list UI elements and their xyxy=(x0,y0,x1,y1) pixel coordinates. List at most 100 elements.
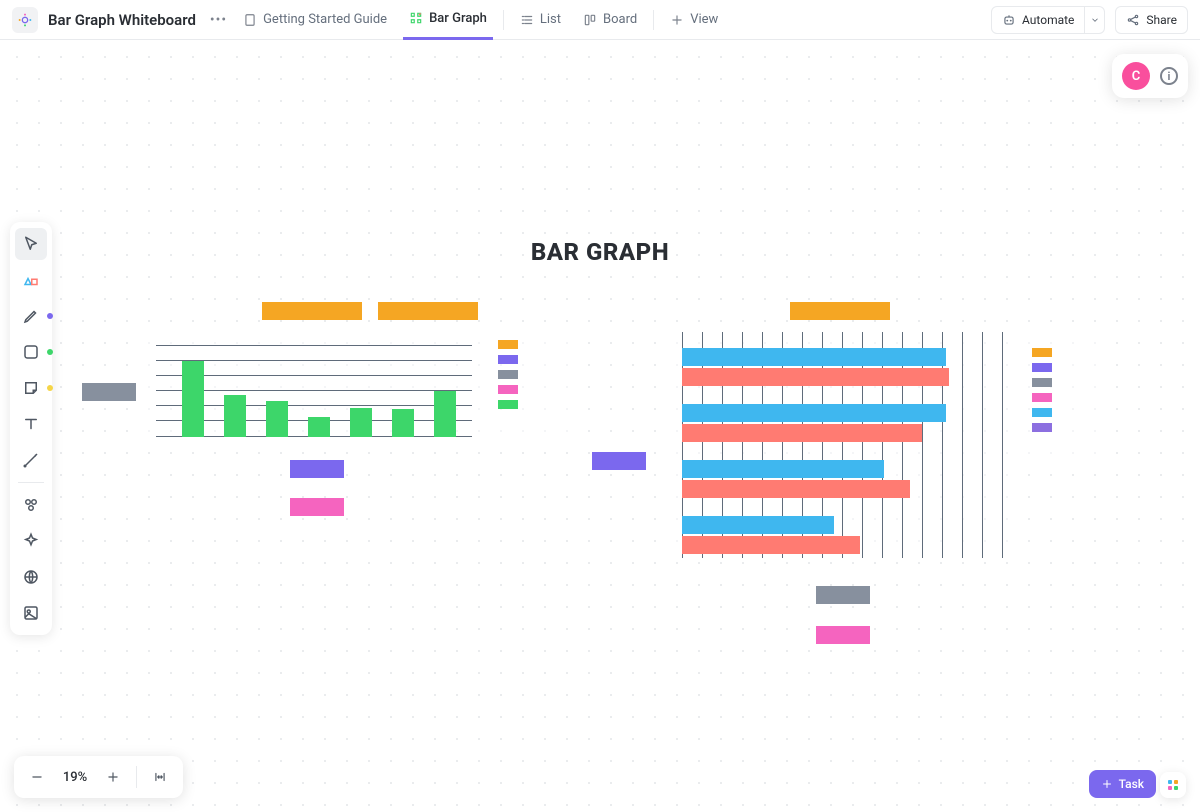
tool-rect[interactable] xyxy=(15,336,47,368)
robot-icon xyxy=(1002,13,1016,27)
chart2-ylabel-block[interactable] xyxy=(592,452,646,470)
avatar[interactable]: C xyxy=(1122,62,1150,90)
chart1-bar[interactable] xyxy=(308,417,330,437)
tool-web[interactable] xyxy=(15,561,47,593)
zoom-control: 19% xyxy=(14,756,183,798)
dot-indicator xyxy=(47,349,53,355)
minus-icon xyxy=(30,770,44,784)
chart1-title-block-2[interactable] xyxy=(378,302,478,320)
chart2-bar[interactable] xyxy=(682,516,834,534)
more-shapes-icon xyxy=(22,496,40,514)
zoom-fit-button[interactable] xyxy=(145,762,175,792)
app-logo xyxy=(12,7,38,33)
dot-indicator xyxy=(47,385,53,391)
legend-swatch xyxy=(1032,393,1052,402)
zoom-out-button[interactable] xyxy=(22,762,52,792)
cursor-icon xyxy=(22,235,40,253)
chart2-bar[interactable] xyxy=(682,368,949,386)
chart2-xlabel-block-2[interactable] xyxy=(816,626,870,644)
tab-label: View xyxy=(690,12,718,27)
chart1-xlabel-block-2[interactable] xyxy=(290,498,344,516)
sparkle-icon xyxy=(22,532,40,550)
page-title: Bar Graph Whiteboard xyxy=(48,11,196,29)
tab-add-view[interactable]: View xyxy=(664,0,724,40)
tool-more-shapes[interactable] xyxy=(15,489,47,521)
chart1-bar[interactable] xyxy=(350,408,372,437)
dot-indicator xyxy=(47,313,53,319)
doc-icon xyxy=(243,13,257,27)
chart1-legend[interactable] xyxy=(498,340,518,409)
chart2-bar[interactable] xyxy=(682,536,860,554)
zoom-in-button[interactable] xyxy=(98,762,128,792)
share-button[interactable]: Share xyxy=(1115,6,1188,34)
chart2-bar[interactable] xyxy=(682,424,922,442)
tab-getting-started[interactable]: Getting Started Guide xyxy=(237,0,393,40)
tool-connector[interactable] xyxy=(15,444,47,476)
fit-icon xyxy=(153,770,167,784)
chart2-bar[interactable] xyxy=(682,460,884,478)
whiteboard-icon xyxy=(409,11,423,25)
board-icon xyxy=(583,13,597,27)
legend-swatch xyxy=(498,385,518,394)
chart1-bar[interactable] xyxy=(434,391,456,437)
apps-button[interactable] xyxy=(1160,772,1186,798)
chart1-bar[interactable] xyxy=(266,401,288,437)
chart2-bar[interactable] xyxy=(682,480,910,498)
tab-bar-graph[interactable]: Bar Graph xyxy=(403,0,493,40)
chart1-bar[interactable] xyxy=(182,361,204,437)
info-icon[interactable]: i xyxy=(1160,67,1178,85)
share-icon xyxy=(1126,13,1140,27)
canvas-heading: BAR GRAPH xyxy=(531,238,669,266)
task-label: Task xyxy=(1119,777,1144,791)
chart1-xlabel-block-1[interactable] xyxy=(290,460,344,478)
automate-label: Automate xyxy=(1022,13,1074,27)
tab-board[interactable]: Board xyxy=(577,0,643,40)
tool-sticky[interactable] xyxy=(15,372,47,404)
text-icon xyxy=(22,415,40,433)
tool-text[interactable] xyxy=(15,408,47,440)
chart2-bar[interactable] xyxy=(682,404,946,422)
automate-button[interactable]: Automate xyxy=(991,6,1085,34)
more-icon[interactable]: ••• xyxy=(210,12,227,28)
chart2-plot[interactable] xyxy=(682,332,1008,558)
chart1-ylabel-block[interactable] xyxy=(82,383,136,401)
chart2-title-block[interactable] xyxy=(790,302,890,320)
rect-icon xyxy=(22,343,40,361)
legend-swatch xyxy=(1032,378,1052,387)
left-toolbar xyxy=(10,222,52,635)
chart1-plot[interactable] xyxy=(156,345,472,437)
plus-icon xyxy=(670,13,684,27)
task-button[interactable]: Task xyxy=(1089,770,1156,798)
whiteboard-canvas[interactable]: BAR GRAPH xyxy=(0,40,1200,812)
tool-select[interactable] xyxy=(15,228,47,260)
chart1-bar[interactable] xyxy=(224,395,246,437)
chart2-xlabel-block-1[interactable] xyxy=(816,586,870,604)
legend-swatch xyxy=(498,340,518,349)
tool-shapes[interactable] xyxy=(15,264,47,296)
tool-pen[interactable] xyxy=(15,300,47,332)
tab-label: Bar Graph xyxy=(429,11,487,26)
tab-list[interactable]: List xyxy=(514,0,567,40)
zoom-value[interactable]: 19% xyxy=(56,770,94,785)
tool-ai[interactable] xyxy=(15,525,47,557)
plus-icon xyxy=(1101,778,1113,790)
apps-grid-icon xyxy=(1168,780,1178,790)
image-icon xyxy=(22,604,40,622)
toolbar-separator xyxy=(18,482,44,483)
topbar: Bar Graph Whiteboard ••• Getting Started… xyxy=(0,0,1200,40)
chevron-down-icon xyxy=(1090,15,1100,25)
chart2-bar[interactable] xyxy=(682,348,946,366)
chart2-legend[interactable] xyxy=(1032,348,1052,432)
automate-dropdown[interactable] xyxy=(1085,6,1105,34)
tab-label: Getting Started Guide xyxy=(263,12,387,27)
tab-label: Board xyxy=(603,12,637,27)
globe-icon xyxy=(22,568,40,586)
legend-swatch xyxy=(1032,363,1052,372)
chart1-bar[interactable] xyxy=(392,409,414,437)
sticky-icon xyxy=(22,379,40,397)
collaborator-badge: C i xyxy=(1112,54,1188,98)
chart1-title-block-1[interactable] xyxy=(262,302,362,320)
legend-swatch xyxy=(1032,348,1052,357)
tool-image[interactable] xyxy=(15,597,47,629)
legend-swatch xyxy=(498,400,518,409)
